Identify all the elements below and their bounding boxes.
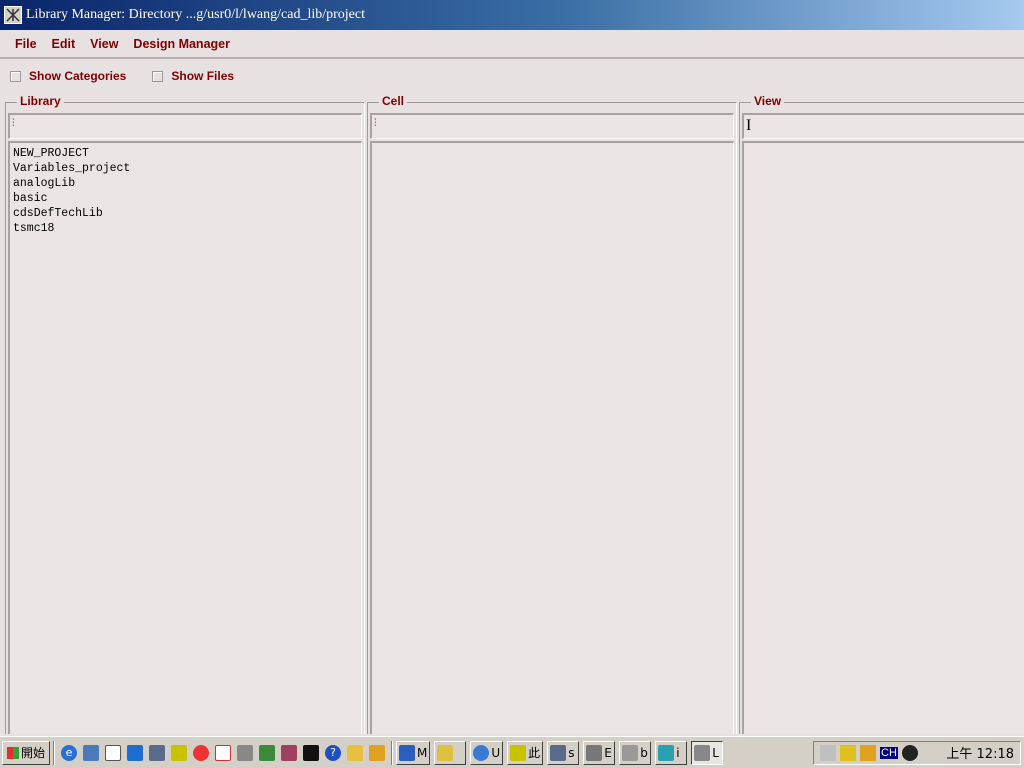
show-files-option[interactable]: Show Files <box>152 69 234 83</box>
eye-icon[interactable] <box>901 744 918 761</box>
cross-icon <box>658 744 675 761</box>
library-list[interactable]: NEW_PROJECT Variables_project analogLib … <box>8 141 362 734</box>
menu-bar: File Edit View Design Manager <box>0 31 1024 59</box>
volume-icon[interactable] <box>820 744 836 761</box>
taskbar-separator <box>391 740 394 765</box>
task-button[interactable] <box>434 740 467 765</box>
folder-icon[interactable] <box>347 744 364 761</box>
task-label: L <box>712 745 719 760</box>
acrobat-icon[interactable] <box>215 744 232 761</box>
pencil-tray-icon[interactable] <box>840 744 856 761</box>
show-files-label: Show Files <box>171 69 235 83</box>
task-label: U <box>491 745 501 760</box>
task-label: i <box>676 745 680 760</box>
window-tray-icon[interactable] <box>860 744 876 761</box>
task-button[interactable]: 此 <box>507 740 544 765</box>
options-row: Show Categories Show Files <box>0 66 1024 86</box>
cell-pane: Cell ⫶ <box>367 94 737 734</box>
view-list[interactable] <box>742 141 1024 734</box>
task-button[interactable]: i <box>655 740 688 765</box>
show-categories-option[interactable]: Show Categories <box>10 69 126 83</box>
clock[interactable]: 上午 12:18 <box>946 743 1014 762</box>
menu-view[interactable]: View <box>90 37 118 51</box>
task-label: b <box>640 745 648 760</box>
app-icon <box>4 6 22 24</box>
taskbar-separator <box>53 740 56 765</box>
tools-icon <box>586 744 603 761</box>
view-filter-input[interactable]: I <box>742 113 1024 139</box>
cell-title: Cell <box>379 94 408 108</box>
desktop-icon[interactable] <box>83 744 100 761</box>
text-cursor-icon: ⫶ <box>12 118 15 129</box>
list-item[interactable]: analogLib <box>13 176 358 191</box>
notepad-icon[interactable] <box>105 744 122 761</box>
ie-icon[interactable]: e <box>61 744 78 761</box>
cell-filter-input[interactable]: ⫶ <box>370 113 734 139</box>
chat-icon <box>437 744 454 761</box>
network-icon <box>399 744 416 761</box>
list-item[interactable]: cdsDefTechLib <box>13 206 358 221</box>
task-label: s <box>568 745 575 760</box>
task-button[interactable]: s <box>547 740 580 765</box>
view-pane: View I <box>739 94 1024 734</box>
task-label: M <box>417 745 428 760</box>
help-icon[interactable]: ? <box>325 744 342 761</box>
window-title: Library Manager: Directory ...g/usr0/l/l… <box>26 7 366 22</box>
task-button[interactable]: E <box>583 740 616 765</box>
menu-file[interactable]: File <box>15 37 37 51</box>
task-button-active[interactable]: L <box>691 740 724 765</box>
list-item[interactable]: basic <box>13 191 358 206</box>
task-label: 此 <box>528 746 541 760</box>
ime-indicator[interactable]: CH <box>880 746 898 759</box>
task-button[interactable]: U <box>470 740 504 765</box>
menu-edit[interactable]: Edit <box>52 37 76 51</box>
ibeam-cursor-icon: I <box>746 117 752 134</box>
tools-icon[interactable] <box>237 744 254 761</box>
show-files-checkbox[interactable] <box>152 70 164 82</box>
system-tray: CH 上午 12:18 <box>813 740 1021 765</box>
app-icon <box>510 744 527 761</box>
explorer-icon <box>622 744 639 761</box>
task-label: E <box>604 745 612 760</box>
start-button[interactable]: 開始 <box>2 740 51 765</box>
chart-icon[interactable] <box>281 744 298 761</box>
menu-design-manager[interactable]: Design Manager <box>133 37 230 51</box>
cadence-icon <box>694 744 711 761</box>
text-cursor-icon: ⫶ <box>374 118 377 129</box>
library-pane: Library ⫶ NEW_PROJECT Variables_project … <box>5 94 365 734</box>
library-title: Library <box>17 94 64 108</box>
list-item[interactable]: Variables_project <box>13 161 358 176</box>
terminal-icon <box>550 744 567 761</box>
library-filter-input[interactable]: ⫶ <box>8 113 362 139</box>
task-button[interactable]: b <box>619 740 652 765</box>
show-categories-checkbox[interactable] <box>10 70 21 82</box>
media-icon[interactable] <box>171 744 188 761</box>
cmd-icon[interactable] <box>303 744 320 761</box>
windows-logo-icon <box>7 746 19 759</box>
view-title: View <box>751 94 785 108</box>
app-blue-icon[interactable] <box>127 744 144 761</box>
network-icon[interactable] <box>149 744 166 761</box>
list-item[interactable]: NEW_PROJECT <box>13 146 358 161</box>
taskbar: 開始 e ? M U 此 s E b i L CH 上午 12:18 <box>0 736 1024 768</box>
photo-icon[interactable] <box>259 744 276 761</box>
start-label: 開始 <box>21 746 46 760</box>
pencil-icon[interactable] <box>369 744 386 761</box>
show-categories-label: Show Categories <box>29 69 127 83</box>
bug-icon[interactable] <box>193 744 210 761</box>
task-button[interactable]: M <box>396 740 431 765</box>
cell-list[interactable] <box>370 141 734 734</box>
list-item[interactable]: tsmc18 <box>13 221 358 236</box>
title-bar[interactable]: Library Manager: Directory ...g/usr0/l/l… <box>0 0 1024 30</box>
browser-icon <box>473 744 490 761</box>
